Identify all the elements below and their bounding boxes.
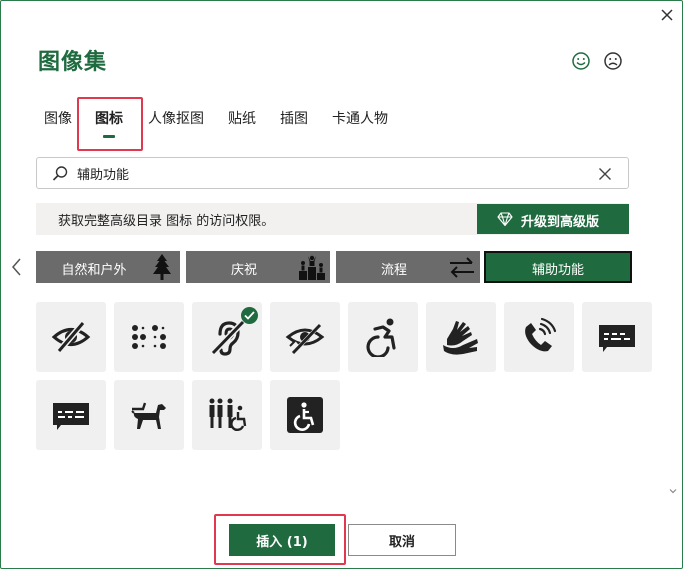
low-vision-icon [285, 323, 325, 355]
chevron-left-icon[interactable] [8, 256, 26, 278]
service-dog-icon [131, 402, 166, 429]
upgrade-button[interactable]: 升级到高级版 [477, 204, 629, 234]
swap-arrows-icon [450, 257, 474, 278]
upgrade-label: 升级到高级版 [521, 214, 600, 229]
selected-check-badge [241, 307, 258, 324]
icon-tile-hearing-impaired[interactable] [192, 302, 262, 372]
sign-language-icon [443, 321, 478, 355]
tab-cutout-people[interactable]: 人像抠图 [140, 100, 212, 150]
accessible-square-icon [287, 397, 323, 433]
tree-icon [153, 254, 171, 280]
scroll-down-icon[interactable] [668, 486, 678, 496]
close-icon[interactable] [656, 4, 678, 26]
check-icon [244, 311, 255, 320]
category-accessibility[interactable]: 辅助功能 [484, 251, 632, 283]
icon-tile-closed-caption[interactable] [36, 380, 106, 450]
icon-tile-wheelchair-active[interactable] [348, 302, 418, 372]
icon-tile-sign-language[interactable] [426, 302, 496, 372]
tab-stickers[interactable]: 贴纸 [220, 100, 264, 150]
category-nature-outdoors[interactable]: 自然和户外 [36, 251, 180, 283]
smile-icon[interactable] [571, 51, 591, 71]
cancel-button[interactable]: 取消 [348, 524, 456, 556]
icon-tile-low-vision[interactable] [270, 302, 340, 372]
category-celebration[interactable]: 庆祝 [186, 251, 330, 283]
category-process[interactable]: 流程 [336, 251, 480, 283]
icon-tile-eye-slash[interactable] [36, 302, 106, 372]
tty-caption-icon [599, 325, 635, 352]
icon-tile-tty-caption[interactable] [582, 302, 652, 372]
hearing-impaired-icon [210, 319, 246, 356]
search-icon [52, 166, 68, 181]
volume-control-phone-icon [525, 317, 557, 352]
search-box [36, 157, 629, 189]
clear-search-icon[interactable] [596, 165, 614, 183]
icon-tile-braille[interactable] [114, 302, 184, 372]
frown-icon[interactable] [603, 51, 623, 71]
tab-images[interactable]: 图像 [36, 100, 80, 150]
family-restroom-icon [209, 398, 247, 432]
dialog-frame [0, 0, 683, 569]
search-input[interactable] [77, 162, 577, 184]
eye-slash-icon [51, 321, 91, 353]
premium-message: 获取完整高级目录 图标 的访问权限。 [58, 214, 275, 229]
active-tab-underline [103, 135, 115, 138]
icon-tile-service-dog[interactable] [114, 380, 184, 450]
braille-icon [132, 325, 166, 349]
dialog-title: 图像集 [38, 50, 108, 75]
insert-button[interactable]: 插入 (1) [229, 524, 335, 556]
closed-caption-icon [53, 403, 89, 430]
icon-tile-family-restroom[interactable] [192, 380, 262, 450]
icon-tile-volume-control-phone[interactable] [504, 302, 574, 372]
tab-cartoon-people[interactable]: 卡通人物 [324, 100, 396, 150]
tab-illustrations[interactable]: 插图 [272, 100, 316, 150]
podium-icon [299, 255, 325, 280]
diamond-icon [497, 212, 513, 227]
icon-tile-accessible-square[interactable] [270, 380, 340, 450]
tab-icons[interactable]: 图标 [87, 100, 131, 150]
wheelchair-active-icon [366, 318, 396, 357]
